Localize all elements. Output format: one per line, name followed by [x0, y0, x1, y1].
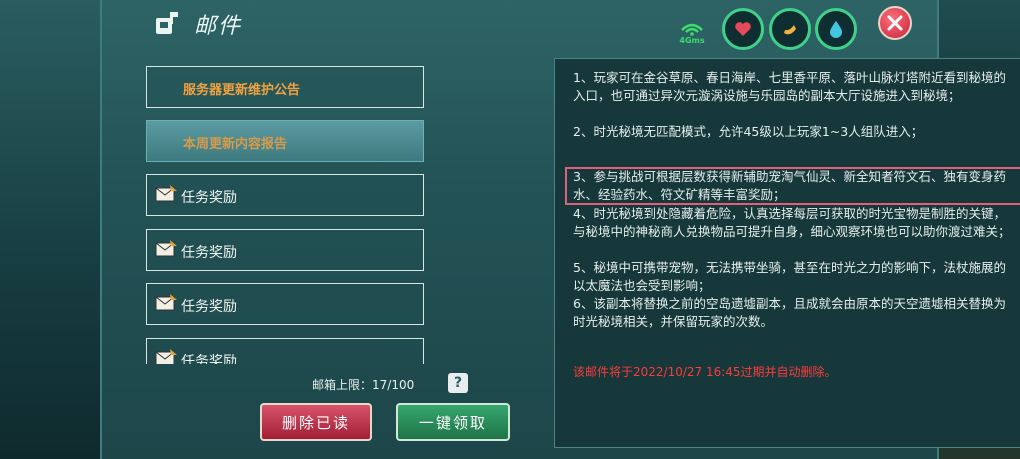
mail-item-update-report[interactable]: 本周更新内容报告 [146, 120, 424, 162]
health-stat [722, 8, 764, 50]
mail-item-reward[interactable]: 任务奖励 [146, 174, 424, 216]
close-button[interactable] [878, 6, 912, 40]
mail-list[interactable]: 服务器更新维护公告 本周更新内容报告 任务奖励 任务奖励 任务奖励 任务奖励 [132, 58, 432, 364]
mail-item-reward[interactable]: 任务奖励 [146, 283, 424, 325]
heart-icon [735, 22, 751, 36]
close-icon [887, 15, 903, 31]
reward-mail-icon [155, 294, 177, 311]
mail-item-label: 任务奖励 [181, 190, 237, 206]
window-title: 邮件 [194, 14, 243, 39]
mail-content: 1、玩家可在金谷草原、春日海岸、七里香平原、落叶山脉灯塔附近看到秘境的入口，也可… [554, 58, 1020, 448]
background-left [0, 0, 100, 459]
expire-notice: 该邮件将于2022/10/27 16:45过期并自动删除。 [573, 365, 837, 379]
mail-item-reward[interactable]: 任务奖励 [146, 229, 424, 271]
mail-item-label: 服务器更新维护公告 [183, 83, 301, 98]
mail-item-label: 任务奖励 [181, 245, 237, 261]
highlight-box [565, 167, 1020, 205]
mail-window: 邮件 4Gms 服务器更新维护公告 本周更新内容报告 任务奖励 任务奖励 任务奖… [100, 0, 1020, 459]
signal-label: 4Gms [679, 36, 705, 45]
mailbox-limit: 邮箱上限：17/100 [312, 378, 415, 392]
content-paragraph: 2、时光秘境无匹配模式，允许45级以上玩家1~3人组队进入； [573, 124, 924, 139]
claim-all-button[interactable]: 一键领取 [396, 403, 510, 441]
mail-item-label: 任务奖励 [181, 299, 237, 315]
food-icon [784, 25, 796, 35]
content-paragraph: 1、玩家可在金谷草原、春日海岸、七里香平原、落叶山脉灯塔附近看到秘境的入口，也可… [573, 70, 1006, 103]
water-drop-icon [830, 21, 842, 38]
wifi-icon [681, 23, 703, 36]
mail-item-reward[interactable]: 任务奖励 [146, 338, 424, 364]
content-paragraph: 4、时光秘境到处隐藏着危险，认真选择每层可获取的时光宝物是制胜的关键，与秘境中的… [573, 206, 1011, 239]
reward-mail-icon [155, 185, 177, 202]
help-button[interactable]: ? [448, 373, 468, 393]
thirst-stat [815, 8, 857, 50]
network-signal: 4Gms [677, 20, 707, 48]
content-paragraph: 5、秘境中可携带宠物，无法携带坐骑，甚至在时光之力的影响下，法杖施展的以太魔法也… [573, 260, 1006, 293]
content-paragraph: 6、该副本将替换之前的空岛遗墟副本，且成就会由原本的天空遗墟相关替换为时光秘境相… [573, 296, 1006, 329]
window-header: 邮件 4Gms [102, 0, 937, 50]
mail-item-label: 本周更新内容报告 [183, 137, 288, 152]
mail-item-label: 任务奖励 [181, 354, 237, 364]
mail-item-maintenance[interactable]: 服务器更新维护公告 [146, 66, 424, 108]
reward-mail-icon [155, 349, 177, 364]
mailbox-icon [156, 12, 178, 34]
reward-mail-icon [155, 240, 177, 257]
delete-read-button[interactable]: 删除已读 [260, 403, 372, 441]
hunger-stat [769, 8, 811, 50]
